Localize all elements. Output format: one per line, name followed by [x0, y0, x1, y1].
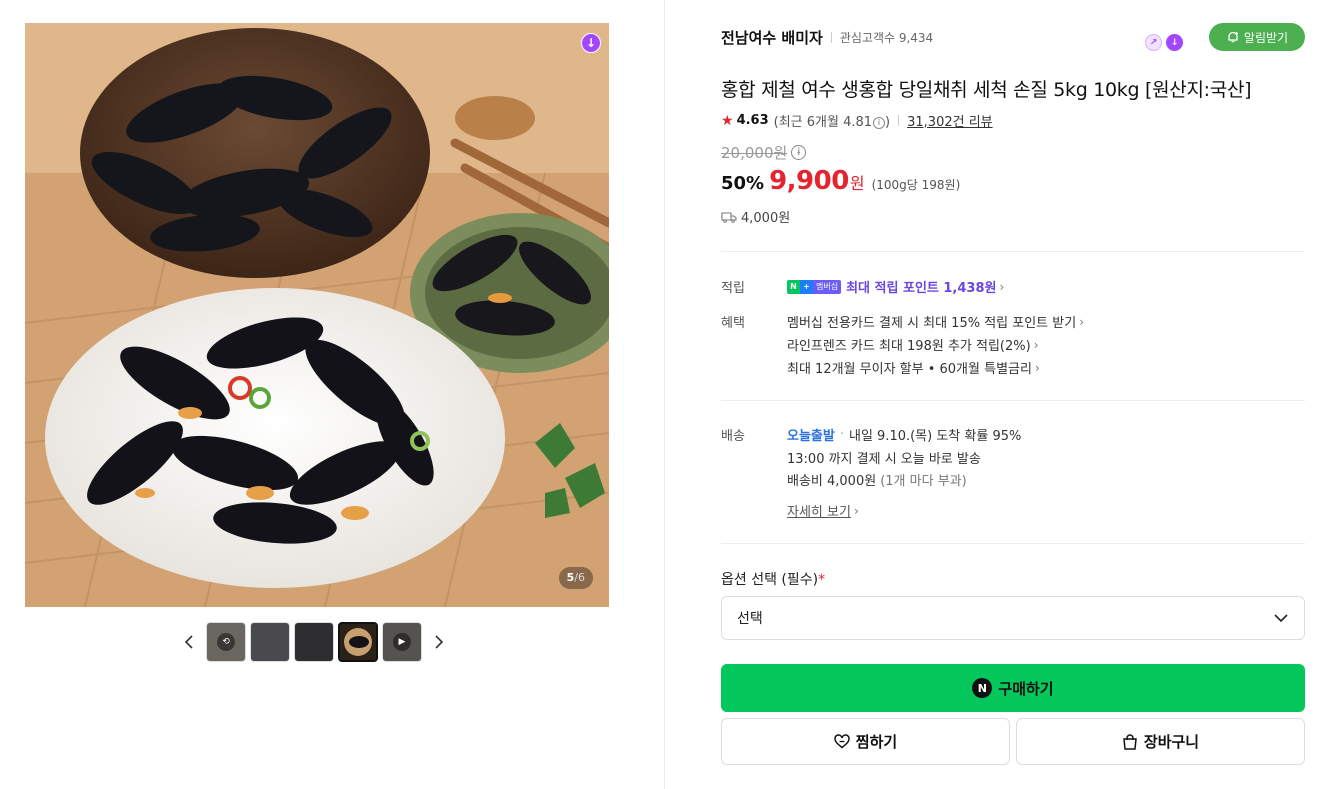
share-icon[interactable]: ↗	[1145, 34, 1162, 51]
delivery-fee-row: 배송비 4,000원 (1개 마다 부과)	[787, 470, 967, 489]
divider	[721, 543, 1305, 544]
max-points-link[interactable]: 최대 적립 포인트 1,438원	[846, 277, 996, 296]
thumbnail-2[interactable]	[250, 622, 290, 662]
perk-item[interactable]: 최대 12개월 무이자 할부 • 60개월 특별금리 ›	[787, 358, 1040, 378]
store-row: 전남여수 배미자 관심고객수 9,434	[721, 27, 933, 48]
wish-button[interactable]: 찜하기	[721, 718, 1010, 765]
rating-value: 4.63	[736, 113, 769, 128]
sale-price: 9,900	[769, 166, 849, 196]
badge-n: N	[787, 279, 800, 294]
info-icon[interactable]: i	[873, 116, 886, 129]
play-icon: ▶	[393, 633, 411, 651]
badge-plus: +	[800, 279, 813, 294]
delivery-fee: 배송비 4,000원	[787, 474, 877, 489]
store-name[interactable]: 전남여수 배미자	[721, 27, 823, 48]
points-label: 적립	[721, 281, 745, 296]
delivery-cutoff: 13:00 까지 결제 시 오늘 바로 발송	[787, 452, 981, 467]
naver-pay-icon: N	[972, 678, 993, 698]
delivery-fee-note: (1개 마다 부과)	[880, 474, 967, 489]
divider	[721, 400, 1305, 401]
chevron-left-icon	[184, 635, 193, 649]
option-label-text: 옵션 선택 (필수)	[721, 572, 819, 588]
product-title: 홍합 제철 여수 생홍합 당일채취 세척 손질 5kg 10kg [원산지:국산…	[721, 79, 1252, 101]
image-counter-total: /6	[574, 571, 585, 584]
chevron-right-icon: ›	[1033, 337, 1039, 352]
shipping-fee: 4,000원	[741, 211, 791, 226]
chevron-right-icon: ›	[1079, 314, 1085, 329]
rating-recent-close: )	[885, 115, 891, 130]
original-price-row: 20,000원 i	[721, 142, 807, 163]
perk-text: 최대 12개월 무이자 할부 • 60개월 특별금리	[787, 362, 1032, 377]
chevron-right-icon: ›	[1034, 360, 1040, 375]
review-count-link[interactable]: 31,302건 리뷰	[907, 111, 993, 130]
dot-separator: ·	[839, 427, 844, 442]
perk-text: 멤버십 전용카드 결제 시 최대 15% 적립 포인트 받기	[787, 316, 1077, 331]
thumbnail-4[interactable]	[338, 622, 378, 662]
original-price: 20,000원	[721, 144, 788, 162]
heart-icon	[834, 734, 850, 749]
option-select[interactable]: 선택	[721, 596, 1305, 640]
today-shipping-tag: 오늘출발	[787, 429, 835, 444]
rating-recent: (최근 6개월 4.81 i)	[774, 111, 890, 130]
price-row: 50% 9,900 원 (100g당 198원)	[721, 166, 960, 196]
divider	[721, 251, 1305, 252]
required-mark: *	[818, 572, 826, 588]
thumbnail-1[interactable]: ⟲	[206, 622, 246, 662]
chevron-right-icon: ›	[999, 279, 1005, 294]
price-info-icon[interactable]: i	[791, 145, 807, 160]
truck-icon	[721, 211, 737, 223]
thumbnail-strip: ⟲ ▶	[178, 622, 450, 662]
thumbnail-5[interactable]: ▶	[382, 622, 422, 662]
product-main-image[interactable]: ↓ 5/6	[25, 23, 609, 607]
arrival-estimate: 내일 9.10.(목) 도착 확률 95%	[848, 429, 1022, 444]
rating-row: ★ 4.63 (최근 6개월 4.81 i) 31,302건 리뷰	[721, 111, 993, 131]
image-counter: 5/6	[558, 567, 593, 589]
details-link-label: 자세히 보기	[787, 505, 851, 520]
shipping-fee-row: 4,000원	[721, 207, 790, 226]
share-icons: ↗ ↓	[1145, 34, 1183, 51]
bell-plus-icon	[1228, 31, 1238, 43]
thumbnail-3[interactable]	[294, 622, 334, 662]
thumbnail-list: ⟲ ▶	[206, 622, 422, 662]
delivery-arrival-row: 오늘출발 · 내일 9.10.(목) 도착 확률 95%	[787, 425, 1021, 444]
thumb-prev-button[interactable]	[178, 622, 200, 662]
chevron-right-icon	[435, 635, 444, 649]
delivery-label: 배송	[721, 429, 745, 444]
points-row[interactable]: N + 멤버십 최대 적립 포인트 1,438원 ›	[787, 277, 1004, 296]
wish-button-label: 찜하기	[855, 733, 898, 751]
perk-item[interactable]: 라인프렌즈 카드 최대 198원 추가 적립(2%) ›	[787, 335, 1039, 355]
buy-button[interactable]: N 구매하기	[721, 664, 1305, 712]
column-divider	[664, 0, 665, 789]
store-separator	[830, 32, 832, 43]
download-icon[interactable]: ↓	[1166, 34, 1183, 51]
perks-label: 혜택	[721, 316, 745, 331]
mussel-photo	[25, 23, 609, 607]
option-select-value: 선택	[737, 611, 763, 627]
option-label: 옵션 선택 (필수)*	[721, 569, 825, 589]
rating-recent-text: (최근 6개월 4.81	[773, 115, 873, 130]
shopping-bag-icon	[1123, 733, 1137, 750]
perk-text: 라인프렌즈 카드 최대 198원 추가 적립(2%)	[787, 339, 1031, 354]
naver-membership-badge: N + 멤버십	[787, 279, 842, 294]
chevron-down-icon	[1274, 613, 1288, 622]
delivery-details-link[interactable]: 자세히 보기 ›	[787, 501, 859, 521]
thumb-next-button[interactable]	[428, 622, 450, 662]
buy-button-label: 구매하기	[998, 679, 1054, 698]
chevron-right-icon: ›	[853, 503, 859, 518]
alarm-button-label: 알림받기	[1243, 30, 1289, 45]
star-icon: ★	[721, 112, 734, 129]
badge-membership: 멤버십	[813, 279, 842, 294]
unit-price: (100g당 198원)	[871, 178, 961, 192]
price-currency: 원	[849, 174, 865, 193]
store-interest-count: 관심고객수 9,434	[839, 31, 934, 45]
alarm-button[interactable]: 알림받기	[1209, 23, 1305, 51]
rotate-360-icon: ⟲	[217, 633, 235, 651]
rating-separator	[898, 115, 900, 126]
discount-rate: 50%	[721, 173, 765, 194]
cart-button-label: 장바구니	[1143, 733, 1200, 751]
cart-button[interactable]: 장바구니	[1016, 718, 1305, 765]
image-download-icon[interactable]: ↓	[581, 33, 601, 53]
perk-item[interactable]: 멤버십 전용카드 결제 시 최대 15% 적립 포인트 받기 ›	[787, 312, 1085, 332]
